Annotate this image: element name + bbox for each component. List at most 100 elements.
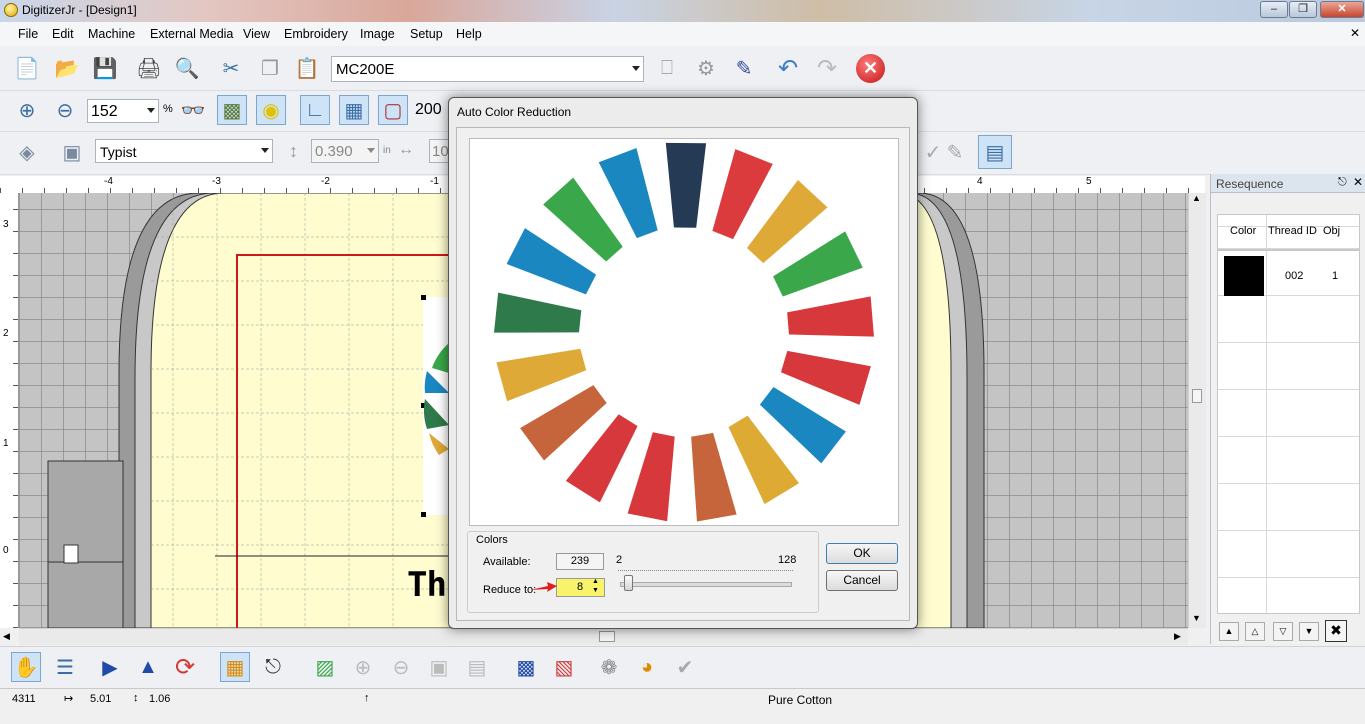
- menu-setup[interactable]: Setup: [410, 27, 443, 41]
- close-panel-icon[interactable]: ✕: [1353, 175, 1363, 189]
- auto-color-icon[interactable]: ▦: [220, 652, 250, 682]
- scroll-up-icon[interactable]: ▲: [1192, 193, 1201, 203]
- thread-spool-icon[interactable]: ⎋: [258, 652, 288, 682]
- applique-icon[interactable]: ❁: [594, 652, 624, 682]
- add-shape-icon[interactable]: ⊕: [348, 652, 378, 682]
- menu-machine[interactable]: Machine: [88, 27, 135, 41]
- resequence-table: Color Thread ID Obj 002 1: [1217, 214, 1360, 614]
- text-aa-icon[interactable]: ▣: [57, 137, 87, 167]
- sewing-machine-icon[interactable]: ⎕: [652, 53, 682, 83]
- new-file-icon[interactable]: 📄: [12, 53, 42, 83]
- scroll-down-icon[interactable]: ▼: [1192, 613, 1201, 623]
- spin-up-icon[interactable]: ▲: [592, 578, 599, 585]
- resequence-panel: Resequence ⎋ ✕ Color Thread ID Obj 002 1…: [1210, 174, 1365, 644]
- resequence-toggle-icon[interactable]: ▤: [978, 135, 1012, 169]
- pin-icon[interactable]: ⎋: [1338, 176, 1347, 189]
- title-bar: DigitizerJr - [Design1] – ❐ ✕: [0, 0, 1365, 22]
- group-icon[interactable]: ▣: [424, 652, 454, 682]
- menu-help[interactable]: Help: [456, 27, 482, 41]
- close-window-button[interactable]: ✕: [1320, 1, 1364, 18]
- move-up-icon[interactable]: △: [1245, 622, 1265, 641]
- rotate-icon[interactable]: ⟳: [170, 652, 200, 682]
- mdi-close-icon[interactable]: ✕: [1350, 26, 1360, 40]
- menu-embroidery[interactable]: Embroidery: [284, 27, 348, 41]
- font-select[interactable]: Typist: [95, 139, 273, 163]
- image-preview: [469, 138, 899, 526]
- fill-pattern-icon[interactable]: ▩: [511, 652, 541, 682]
- redo-icon[interactable]: ↷: [812, 53, 842, 83]
- save-icon[interactable]: 💾: [90, 53, 120, 83]
- show-shapes-icon[interactable]: ◉: [256, 95, 286, 125]
- design-text[interactable]: Th: [407, 565, 447, 605]
- table-row[interactable]: 002 1: [1218, 252, 1359, 299]
- vertical-scroll-thumb[interactable]: [1192, 389, 1202, 403]
- height-unit: in: [383, 145, 391, 156]
- wheel-segment: [496, 348, 587, 402]
- horizontal-scrollbar[interactable]: ◀ ▶: [3, 628, 1188, 645]
- text-abc-icon[interactable]: ◈: [12, 137, 42, 167]
- vertical-scrollbar[interactable]: ▲ ▼: [1188, 193, 1206, 628]
- color-wheel-image: [494, 142, 874, 522]
- text-width-select[interactable]: 10: [429, 139, 449, 163]
- cross-pattern-icon[interactable]: ▧: [549, 652, 579, 682]
- stitch-count: 4311: [12, 693, 36, 705]
- machine-select[interactable]: MC200E: [331, 56, 644, 82]
- chevron-down-icon: [261, 148, 269, 153]
- check-icon[interactable]: ✔: [670, 652, 700, 682]
- zoom-select[interactable]: 152: [87, 99, 159, 123]
- minimize-button[interactable]: –: [1260, 1, 1288, 18]
- transfer-icon[interactable]: ⚙: [691, 53, 721, 83]
- scroll-right-icon[interactable]: ▶: [1174, 631, 1181, 642]
- menu-edit[interactable]: Edit: [52, 27, 74, 41]
- mirror-icon[interactable]: ▲: [133, 652, 163, 682]
- scroll-left-icon[interactable]: ◀: [3, 631, 10, 642]
- flip-horizontal-icon[interactable]: ▶: [95, 652, 125, 682]
- move-top-icon[interactable]: ▲: [1219, 622, 1239, 641]
- spin-down-icon[interactable]: ▼: [592, 587, 599, 594]
- usb-icon[interactable]: ✎: [729, 53, 759, 83]
- wheel-segment: [691, 432, 737, 522]
- restore-button[interactable]: ❐: [1289, 1, 1317, 18]
- ungroup-icon[interactable]: ▤: [462, 652, 492, 682]
- move-bottom-icon[interactable]: ▼: [1299, 622, 1319, 641]
- hand-tool-icon[interactable]: ✋: [11, 652, 41, 682]
- cancel-button[interactable]: Cancel: [826, 570, 898, 591]
- text-height-select[interactable]: 0.390: [311, 139, 379, 163]
- reduce-slider-track[interactable]: [620, 582, 792, 587]
- paste-icon[interactable]: 📋: [292, 53, 322, 83]
- colors-group: Colors Available: 239 Reduce to: 8 ▲ ▼ 2…: [467, 531, 819, 613]
- hoop-size: 200: [415, 101, 442, 118]
- glasses-icon[interactable]: 👓: [178, 95, 208, 125]
- horizontal-scroll-thumb[interactable]: [599, 631, 615, 642]
- wheel-segment: [627, 432, 675, 522]
- print-icon[interactable]: 🖨: [134, 53, 164, 83]
- cut-icon[interactable]: ✂: [216, 53, 246, 83]
- zoom-in-icon[interactable]: ⊕: [12, 95, 42, 125]
- open-folder-icon[interactable]: 📂: [52, 53, 82, 83]
- grid-icon[interactable]: ▦: [339, 95, 369, 125]
- undo-icon[interactable]: ↶: [773, 53, 803, 83]
- zoom-out-icon[interactable]: ⊖: [50, 95, 80, 125]
- reduce-slider-thumb[interactable]: [624, 575, 634, 591]
- print-preview-icon[interactable]: 🔍: [172, 53, 202, 83]
- delete-icon[interactable]: ✖: [1325, 620, 1347, 642]
- ok-button[interactable]: OK: [826, 543, 898, 564]
- auto-digitize-icon[interactable]: ▨: [310, 652, 340, 682]
- reduce-to-spinner[interactable]: 8 ▲ ▼: [556, 578, 605, 597]
- ruler-icon[interactable]: ∟: [300, 95, 330, 125]
- color-pie-icon[interactable]: ◕: [632, 652, 662, 682]
- menu-external-media[interactable]: External Media: [150, 27, 233, 41]
- menu-file[interactable]: File: [18, 27, 38, 41]
- checklist-icon[interactable]: ☰: [50, 652, 80, 682]
- pattern-tool-icon[interactable]: ✎: [940, 137, 970, 167]
- stop-icon[interactable]: ✕: [856, 54, 885, 83]
- menu-view[interactable]: View: [243, 27, 270, 41]
- slider-ticks: [618, 570, 793, 572]
- menu-image[interactable]: Image: [360, 27, 395, 41]
- hoop-icon[interactable]: ▢: [378, 95, 408, 125]
- move-down-icon[interactable]: ▽: [1273, 622, 1293, 641]
- wheel-segment: [787, 296, 874, 337]
- copy-icon[interactable]: ❐: [255, 53, 285, 83]
- show-image-icon[interactable]: ▩: [217, 95, 247, 125]
- remove-shape-icon[interactable]: ⊖: [386, 652, 416, 682]
